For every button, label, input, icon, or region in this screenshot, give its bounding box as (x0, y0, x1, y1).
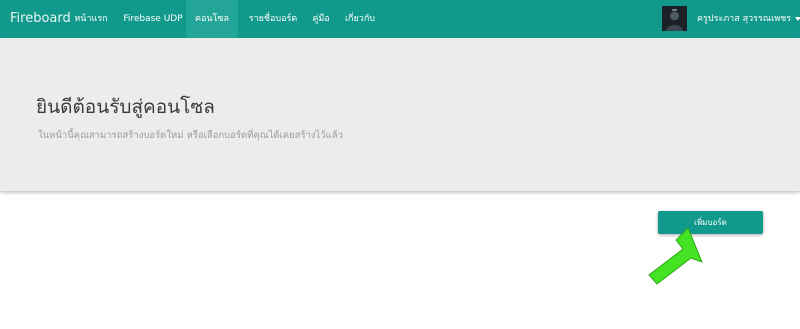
brand-logo[interactable]: Fireboard (10, 0, 71, 38)
nav-item-console[interactable]: คอนโซล (186, 0, 238, 38)
top-navbar: Fireboard หน้าแรก Firebase UDP คอนโซล รา… (0, 0, 800, 38)
nav-item-manual[interactable]: คู่มือ (306, 0, 336, 38)
nav-item-firebase-udp[interactable]: Firebase UDP (122, 0, 184, 38)
nav-item-home[interactable]: หน้าแรก (66, 0, 116, 38)
page-title: ยินดีต้อนรับสู่คอนโซล (36, 96, 215, 118)
avatar[interactable] (662, 6, 687, 31)
welcome-jumbotron: ยินดีต้อนรับสู่คอนโซล ในหน้านี้คุณสามารถ… (0, 38, 800, 191)
user-menu-dropdown[interactable]: ครูประภาส สุวรรณเพชร (697, 0, 800, 38)
nav-item-about[interactable]: เกี่ยวกับ (338, 0, 382, 38)
nav-item-board-list[interactable]: รายชื่อบอร์ด (241, 0, 305, 38)
page-subtitle: ในหน้านี้คุณสามารถสร้างบอร์ดใหม่ หรือเลื… (38, 130, 343, 141)
avatar-image (662, 6, 687, 31)
caret-down-icon (795, 16, 800, 21)
user-name: ครูประภาส สุวรรณเพชร (697, 14, 792, 24)
arrow-pointer-icon (648, 227, 703, 285)
